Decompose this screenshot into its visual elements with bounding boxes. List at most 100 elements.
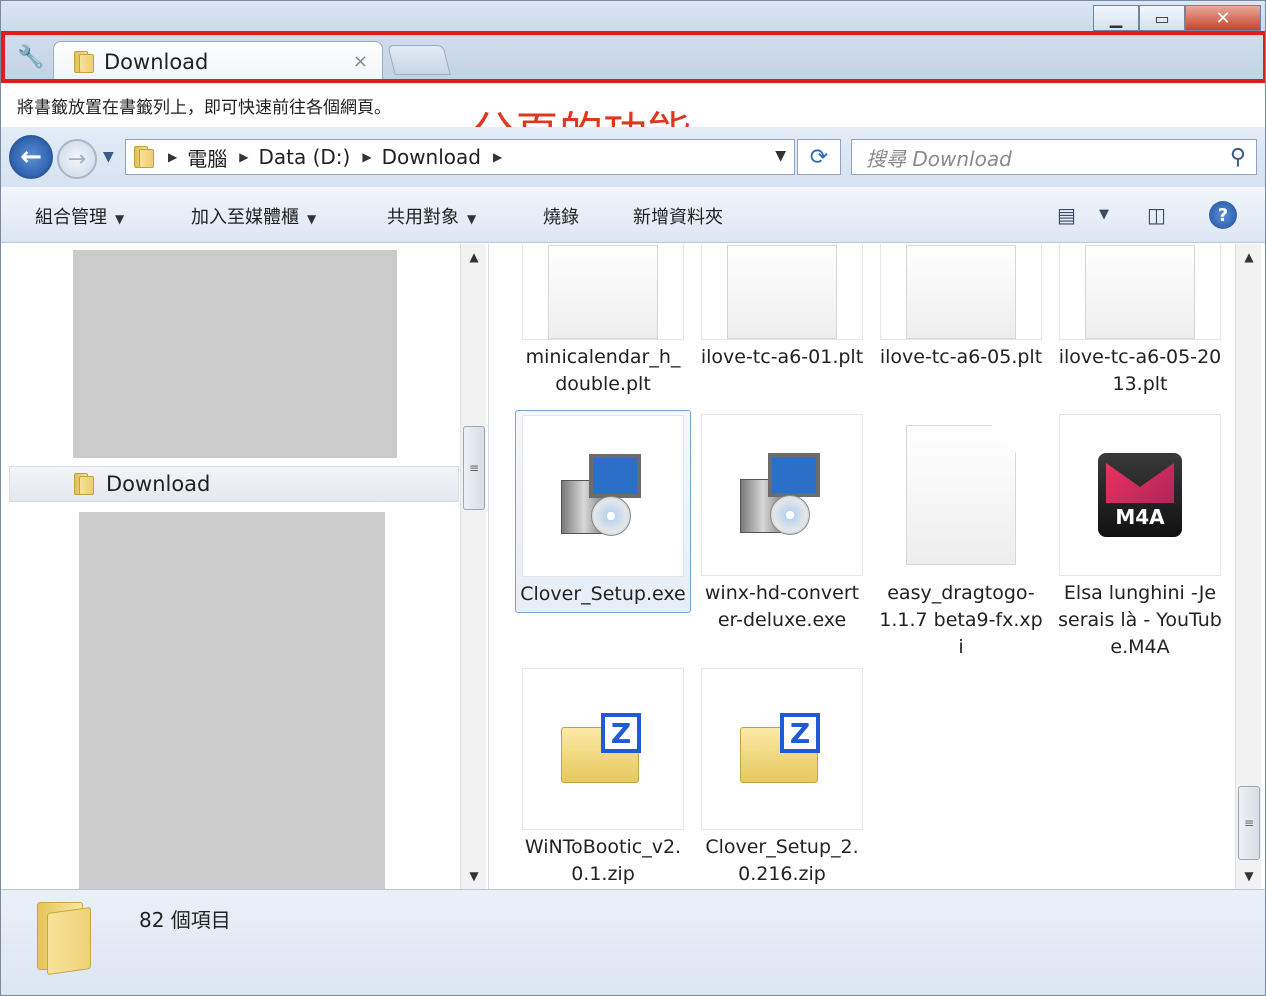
file-item[interactable]: ilove-tc-a6-05-2013.plt xyxy=(1054,244,1226,398)
tab-download[interactable]: Download × xyxy=(53,41,383,81)
breadcrumb-computer[interactable]: 電腦 xyxy=(187,143,227,172)
file-item[interactable]: easy_dragtogo-1.1.7 beta9-fx.xpi xyxy=(875,414,1047,661)
scroll-down-arrow[interactable]: ▼ xyxy=(461,865,487,887)
breadcrumb-separator[interactable]: ▶ xyxy=(168,150,177,164)
preview-pane-icon[interactable]: ◫ xyxy=(1147,203,1166,227)
redacted-area xyxy=(73,250,397,458)
new-folder-button[interactable]: 新增資料夾 xyxy=(633,203,723,229)
organize-button[interactable]: 組合管理 ▼ xyxy=(35,203,124,229)
blank-file-icon xyxy=(548,244,658,339)
search-icon[interactable]: ⚲ xyxy=(1230,145,1246,170)
navigation-pane: Download ▲ ≡ ▼ xyxy=(1,244,489,892)
zip-icon: Z xyxy=(740,713,824,785)
file-item[interactable]: Z WiNToBootic_v2.0.1.zip xyxy=(517,668,689,888)
file-thumbnail xyxy=(522,415,684,577)
burn-button[interactable]: 燒錄 xyxy=(543,203,579,229)
tab-bar: 🔧 Download × xyxy=(1,37,1265,81)
back-button[interactable]: ← xyxy=(9,135,53,179)
file-item[interactable]: ilove-tc-a6-01.plt xyxy=(696,244,868,371)
file-list: minicalendar_h_double.plt ilove-tc-a6-01… xyxy=(491,244,1235,889)
file-name: WiNToBootic_v2.0.1.zip xyxy=(524,836,682,885)
file-item[interactable]: ilove-tc-a6-05.plt xyxy=(875,244,1047,371)
file-item[interactable]: winx-hd-converter-deluxe.exe xyxy=(696,414,868,634)
item-count: 82 個項目 xyxy=(139,908,231,932)
scroll-down-arrow[interactable]: ▼ xyxy=(1236,865,1262,887)
share-with-label: 共用對象 xyxy=(387,207,459,228)
file-name: Clover_Setup.exe xyxy=(520,583,686,605)
nav-item-download[interactable]: Download xyxy=(9,466,459,502)
organize-label: 組合管理 xyxy=(35,207,107,228)
installer-icon xyxy=(740,453,824,537)
folder-icon xyxy=(74,473,96,495)
file-thumbnail xyxy=(880,244,1042,340)
nav-scrollbar[interactable]: ▲ ≡ ▼ xyxy=(460,244,486,889)
file-thumbnail xyxy=(880,414,1042,576)
close-window-button[interactable]: ✕ xyxy=(1185,5,1261,31)
view-options-dropdown[interactable]: ▼ xyxy=(1099,207,1109,222)
file-name: Clover_Setup_2.0.216.zip xyxy=(705,836,859,885)
breadcrumb-drive[interactable]: Data (D:) xyxy=(258,145,350,169)
explorer-window: ▁ ▭ ✕ 🔧 Download × 將書籤放置在書籤列上，即可快速前往各個網頁… xyxy=(0,0,1266,996)
tab-close-icon[interactable]: × xyxy=(353,51,368,72)
title-bar: ▁ ▭ ✕ xyxy=(1,1,1265,37)
file-name: minicalendar_h_double.plt xyxy=(525,346,681,395)
blank-file-icon xyxy=(906,244,1016,339)
folder-icon xyxy=(74,50,96,73)
file-list-scrollbar[interactable]: ▲ ≡ ▼ xyxy=(1235,244,1261,889)
breadcrumb: ▶ 電腦 ▶ Data (D:) ▶ Download ▶ xyxy=(156,143,512,172)
file-thumbnail xyxy=(701,244,863,340)
change-view-icon[interactable]: ▤ xyxy=(1057,203,1076,227)
file-item[interactable]: M4A Elsa lunghini -Je serais là - YouTub… xyxy=(1054,414,1226,661)
address-row: ← → ▼ ▶ 電腦 ▶ Data (D:) ▶ Download ▶ ▼ ⟳ … xyxy=(1,127,1265,187)
add-to-library-button[interactable]: 加入至媒體櫃 ▼ xyxy=(191,203,316,229)
breadcrumb-download[interactable]: Download xyxy=(382,145,481,169)
file-name: easy_dragtogo-1.1.7 beta9-fx.xpi xyxy=(879,582,1043,658)
add-to-library-label: 加入至媒體櫃 xyxy=(191,207,299,228)
folder-icon xyxy=(37,902,93,976)
maximize-button[interactable]: ▭ xyxy=(1139,5,1185,31)
m4a-icon: M4A xyxy=(1098,453,1182,537)
bookmark-bar-hint: 將書籤放置在書籤列上，即可快速前往各個網頁。 xyxy=(17,98,391,118)
m4a-icon-text: M4A xyxy=(1115,505,1165,529)
recent-pages-dropdown[interactable]: ▼ xyxy=(103,149,114,165)
scroll-up-arrow[interactable]: ▲ xyxy=(461,246,487,268)
zip-icon-letter: Z xyxy=(601,713,641,753)
blank-file-icon xyxy=(727,244,837,339)
address-bar[interactable]: ▶ 電腦 ▶ Data (D:) ▶ Download ▶ ▼ xyxy=(125,139,795,175)
breadcrumb-separator[interactable]: ▶ xyxy=(239,150,248,164)
refresh-button[interactable]: ⟳ xyxy=(797,139,841,175)
scroll-thumb[interactable]: ≡ xyxy=(463,426,485,510)
scroll-thumb[interactable]: ≡ xyxy=(1238,786,1260,860)
window-controls: ▁ ▭ ✕ xyxy=(1093,5,1261,31)
file-thumbnail xyxy=(701,414,863,576)
help-icon[interactable]: ? xyxy=(1209,201,1237,229)
file-name: winx-hd-converter-deluxe.exe xyxy=(704,582,860,631)
file-item[interactable]: Z Clover_Setup_2.0.216.zip xyxy=(696,668,868,888)
scroll-up-arrow[interactable]: ▲ xyxy=(1236,246,1262,268)
breadcrumb-separator[interactable]: ▶ xyxy=(362,150,371,164)
wrench-icon[interactable]: 🔧 xyxy=(17,43,45,71)
command-bar: 組合管理 ▼ 加入至媒體櫃 ▼ 共用對象 ▼ 燒錄 新增資料夾 ▤ ▼ ◫ ? xyxy=(1,187,1265,243)
file-thumbnail: Z xyxy=(701,668,863,830)
details-pane: 82 個項目 xyxy=(1,889,1265,995)
breadcrumb-separator[interactable]: ▶ xyxy=(493,150,502,164)
file-item[interactable]: minicalendar_h_double.plt xyxy=(517,244,689,398)
file-name: ilove-tc-a6-01.plt xyxy=(700,346,864,368)
share-with-button[interactable]: 共用對象 ▼ xyxy=(387,203,476,229)
address-dropdown-icon[interactable]: ▼ xyxy=(775,148,786,164)
zip-icon: Z xyxy=(561,713,645,785)
document-icon xyxy=(906,425,1016,565)
file-thumbnail xyxy=(522,244,684,340)
tab-title: Download xyxy=(104,49,209,74)
forward-button[interactable]: → xyxy=(57,139,97,179)
minimize-button[interactable]: ▁ xyxy=(1093,5,1139,31)
search-input[interactable]: 搜尋 Download ⚲ xyxy=(851,139,1257,175)
nav-item-label: Download xyxy=(106,472,211,496)
blank-file-icon xyxy=(1085,244,1195,339)
folder-icon xyxy=(134,146,156,168)
file-name: ilove-tc-a6-05.plt xyxy=(879,346,1043,368)
redacted-area xyxy=(79,512,385,892)
new-tab-button[interactable] xyxy=(387,45,451,75)
file-item-selected[interactable]: Clover_Setup.exe xyxy=(515,410,691,613)
search-placeholder: 搜尋 Download xyxy=(866,146,1012,171)
